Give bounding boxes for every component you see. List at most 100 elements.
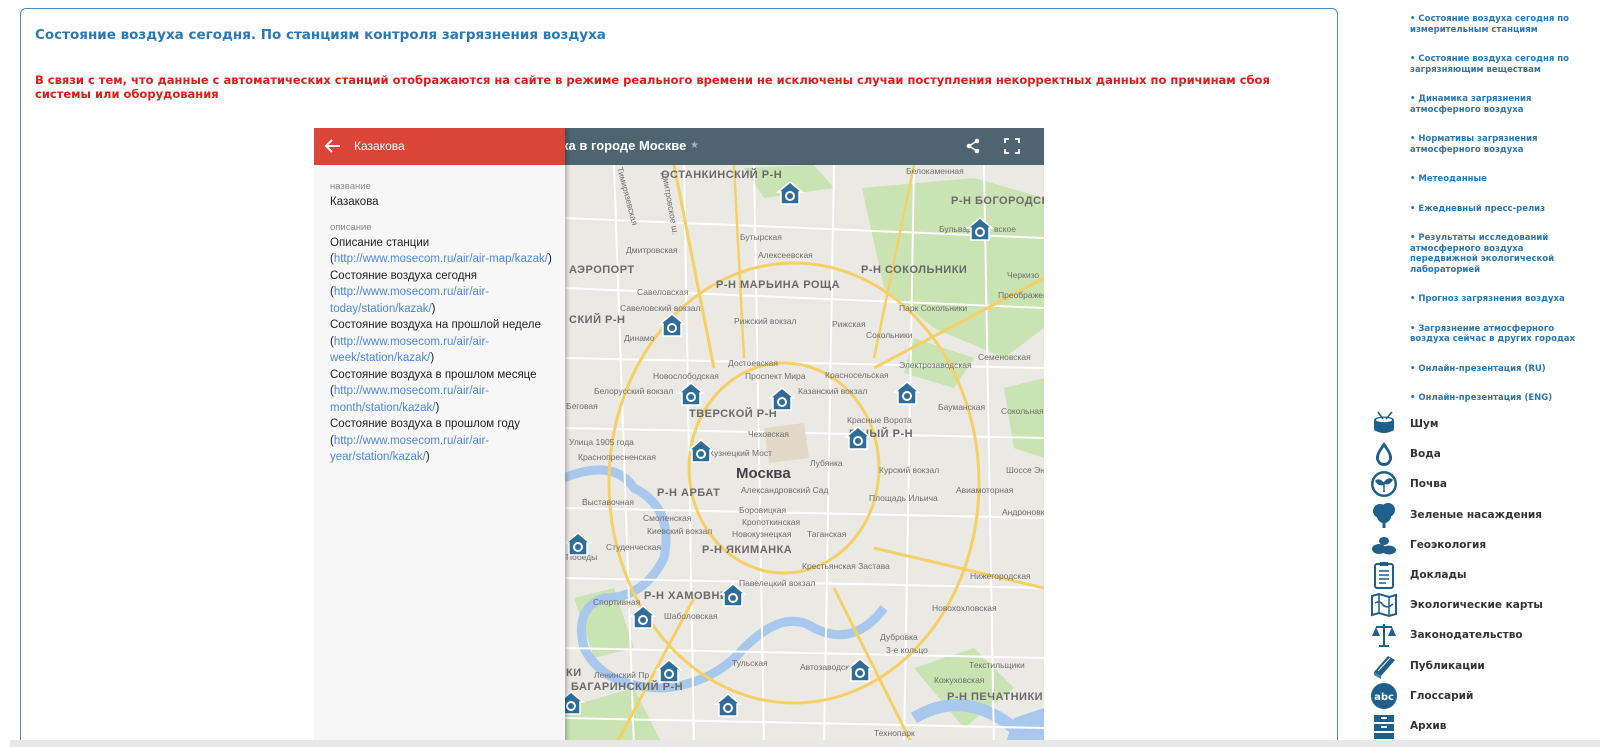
sidebar-link[interactable]: • Метеоданные: [1410, 174, 1592, 185]
category-item-archive[interactable]: Архив: [1370, 712, 1590, 742]
sidebar-link[interactable]: • Состояние воздуха сегодня по загрязняю…: [1410, 54, 1592, 75]
fullscreen-icon[interactable]: [1003, 137, 1021, 155]
street-label: Чеховская: [748, 429, 789, 439]
street-label: Киевский вокзал: [647, 526, 712, 536]
category-item-green[interactable]: Зеленые насаждения: [1370, 501, 1590, 531]
category-item-reports[interactable]: Доклады: [1370, 561, 1590, 591]
category-label: Доклады: [1410, 568, 1467, 581]
description-link-block: (http://www.mosecom.ru/air/air-today/sta…: [330, 286, 490, 315]
street-label: Электрозаводская: [899, 360, 972, 370]
sidebar-links: • Состояние воздуха сегодня по измерител…: [1410, 14, 1592, 423]
description-link-block: (http://www.mosecom.ru/air/air-map/kazak…: [330, 253, 552, 265]
description-link-block: (http://www.mosecom.ru/air/air-week/stat…: [330, 335, 490, 365]
sidebar-link[interactable]: • Ежедневный пресс-релиз: [1410, 204, 1592, 215]
link-title: Состояние воздуха в прошлом месяце: [330, 368, 537, 381]
sidebar-link[interactable]: • Загрязнение атмосферного воздуха сейча…: [1410, 324, 1592, 345]
name-label: название: [330, 181, 371, 192]
street-label: Шоссе Эн: [1006, 465, 1044, 475]
page-title: Состояние воздуха сегодня. По станциям к…: [35, 27, 606, 43]
sidebar-link[interactable]: • Нормативы загрязнения атмосферного воз…: [1410, 134, 1592, 155]
street-label: Выставочная: [582, 497, 634, 507]
sidebar-link[interactable]: • Онлайн-презентация (RU): [1410, 364, 1592, 375]
sidebar-link[interactable]: • Результаты исследований атмосферного в…: [1410, 233, 1592, 275]
map-title: ка в городе Москве: [562, 138, 687, 153]
district-label: Р-Н АРБАТ: [657, 487, 720, 499]
category-item-eco-maps[interactable]: Экологические карты: [1370, 591, 1590, 621]
category-label: Геоэкология: [1410, 538, 1487, 551]
street-label: Казанский вокзал: [798, 386, 867, 396]
street-label: Динамо: [624, 333, 655, 343]
street-label: Красносельская: [825, 370, 889, 380]
sidebar-link[interactable]: • Прогноз загрязнения воздуха: [1410, 294, 1592, 305]
street-label: Нижегородская: [970, 571, 1031, 581]
star-icon[interactable]: ★: [690, 140, 699, 151]
street-label: Павелецкий вокзал: [739, 578, 815, 588]
street-label: Ленинский Пр: [594, 670, 649, 680]
street-label: Беговая: [566, 401, 598, 411]
street-label: Проспект Мира: [745, 371, 806, 381]
street-label: Сокольники: [866, 330, 913, 340]
link-title: Состояние воздуха на прошлой неделе: [330, 319, 541, 331]
category-item-water[interactable]: Вода: [1370, 440, 1590, 470]
share-icon[interactable]: [964, 137, 982, 155]
category-menu: Шум Вода Почва Зеленые насаждения Геоэко…: [1370, 410, 1590, 742]
district-label: Р-Н ПЕЧАТНИКИ: [947, 691, 1043, 703]
station-map-link[interactable]: http://www.mosecom.ru/air/air-map/kazak/: [334, 253, 548, 265]
sidebar-link[interactable]: • Состояние воздуха сегодня по измерител…: [1410, 14, 1592, 35]
name-value: Казакова: [330, 196, 379, 208]
street-label: Боровицкая: [739, 505, 787, 515]
category-item-glossary[interactable]: abc Глоссарий: [1370, 682, 1590, 712]
street-label: Рижская: [832, 319, 866, 329]
page: Состояние воздуха сегодня. По станциям к…: [0, 0, 1600, 747]
street-label: Новохохловская: [932, 603, 997, 613]
category-item-noise[interactable]: Шум: [1370, 410, 1590, 440]
street-label: Тульская: [732, 658, 768, 668]
horizontal-scrollbar[interactable]: [10, 740, 1600, 747]
street-label: Улица 1905 года: [569, 437, 634, 447]
street-label: Белокаменная: [906, 166, 964, 176]
category-item-publications[interactable]: Публикации: [1370, 652, 1590, 682]
street-label: Рижский вокзал: [734, 316, 797, 326]
air-month-link[interactable]: http://www.mosecom.ru/air/air-month/stat…: [330, 385, 489, 414]
district-label: Р-Н БОГОРОДСКОЕ: [951, 195, 1044, 207]
description-label: описание: [330, 221, 372, 233]
air-week-link[interactable]: http://www.mosecom.ru/air/air-week/stati…: [330, 336, 489, 365]
scales-icon: [1372, 624, 1396, 648]
street-label: Сокольная: [1001, 406, 1044, 416]
description-link-block: (http://www.mosecom.ru/air/air-year/stat…: [330, 434, 490, 464]
street-label: Красные Ворота: [847, 415, 912, 425]
street-label: 3-е кольцо: [886, 645, 928, 655]
district-label: СКИЙ Р-Н: [569, 313, 625, 326]
street-label: Студенческая: [606, 542, 662, 552]
street-label: Кожуховская: [934, 675, 985, 685]
street-label: Новослободская: [653, 371, 719, 381]
street-label: Площадь Ильича: [869, 493, 938, 503]
category-item-soil[interactable]: Почва: [1370, 470, 1590, 500]
street-label: Достоевская: [728, 358, 778, 368]
description-link-block: (http://www.mosecom.ru/air/air-month/sta…: [330, 385, 490, 414]
info-header-title: Казакова: [354, 139, 405, 153]
street-label: Смоленская: [643, 513, 692, 523]
street-label: Краснопресненская: [578, 452, 656, 462]
street-label: Парк Сокольники: [899, 303, 967, 313]
map-widget[interactable]: ОСТАНКИНСКИЙ Р-Н Р-Н БОГОРОДСКОЕ Р-Н МАР…: [314, 128, 1044, 747]
street-label: Технопарк: [874, 728, 915, 738]
street-label: Крестьянская Застава: [802, 561, 890, 571]
category-item-legislation[interactable]: Законодательство: [1370, 621, 1590, 651]
city-label: Москва: [736, 465, 791, 482]
street-label: Александровский Сад: [741, 485, 828, 495]
street-label: Дубровка: [880, 632, 918, 642]
air-today-link[interactable]: http://www.mosecom.ru/air/air-today/stat…: [330, 286, 489, 315]
street-label: Кузнецкий Мост: [709, 448, 772, 458]
back-arrow-icon[interactable]: [324, 137, 342, 155]
street-label: Кропоткинская: [742, 517, 800, 527]
street-label: Дмитровская: [626, 245, 678, 255]
category-label: Шум: [1410, 418, 1439, 430]
sidebar-link[interactable]: • Динамика загрязнения атмосферного возд…: [1410, 94, 1592, 115]
category-label: Вода: [1410, 448, 1441, 461]
air-year-link[interactable]: http://www.mosecom.ru/air/air-year/stati…: [330, 435, 489, 464]
sidebar-link[interactable]: • Онлайн-презентация (ENG): [1410, 393, 1592, 404]
link-title: Состояние воздуха сегодня: [330, 269, 478, 282]
category-item-geoecology[interactable]: Геоэкология: [1370, 531, 1590, 561]
abc-icon: abc: [1371, 682, 1397, 709]
